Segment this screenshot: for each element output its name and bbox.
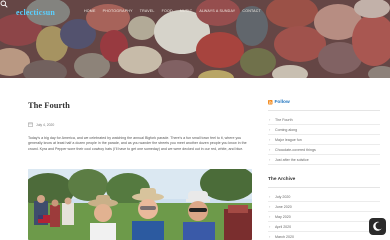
follow-item[interactable]: › Just after the solstice xyxy=(268,155,380,165)
menu-item-always-a-sunday[interactable]: Always a Sunday xyxy=(199,9,235,13)
chevron-right-icon: › xyxy=(269,204,271,209)
archive-divider xyxy=(268,187,380,188)
follow-list: › The Fourth › Coming along › Major league … xyxy=(268,115,380,165)
menu-item-music[interactable]: Music xyxy=(180,9,193,13)
menu-item-contact[interactable]: Contact xyxy=(242,9,261,13)
archive-item[interactable]: › July 2020 xyxy=(268,192,380,202)
post-title[interactable]: The Fourth xyxy=(28,100,70,110)
chevron-right-icon: › xyxy=(269,127,271,132)
archive-item[interactable]: › April 2020 xyxy=(268,222,380,232)
chevron-right-icon: › xyxy=(269,137,271,142)
chevron-right-icon: › xyxy=(269,234,271,239)
search-icon[interactable] xyxy=(0,0,8,8)
follow-item[interactable]: › Major league fun xyxy=(268,135,380,145)
archive-item[interactable]: › March 2020 xyxy=(268,232,380,240)
post-date[interactable]: July 4, 2020 xyxy=(36,123,54,127)
hero-banner: eclecticsun Home Photography Travel Food… xyxy=(0,0,390,78)
main-content: The Fourth July 4, 2020 Today's a big da… xyxy=(0,78,390,240)
menu-item-photography[interactable]: Photography xyxy=(103,9,133,13)
rss-icon xyxy=(268,100,273,105)
group-selfie-photo[interactable] xyxy=(28,169,252,240)
follow-widget-title[interactable]: Follow xyxy=(268,100,290,105)
post-body: Today's a big day for America, and we ce… xyxy=(28,136,247,151)
archive-widget-title: The Archive xyxy=(268,177,295,182)
follow-item[interactable]: › The Fourth xyxy=(268,115,380,125)
site-logo[interactable]: eclecticsun xyxy=(16,8,55,17)
chevron-right-icon: › xyxy=(269,194,271,199)
archive-title-text: The Archive xyxy=(268,177,296,182)
menu-item-travel[interactable]: Travel xyxy=(140,9,155,13)
follow-title-text: Follow xyxy=(274,100,290,105)
main-menu: Home Photography Travel Food Music Alway… xyxy=(84,9,261,13)
archive-list: › July 2020 › June 2020 › May 2020 › April 2… xyxy=(268,192,380,240)
chevron-right-icon: › xyxy=(269,214,271,219)
menu-item-food[interactable]: Food xyxy=(162,9,173,13)
archive-item[interactable]: › May 2020 xyxy=(268,212,380,222)
post-meta: July 4, 2020 xyxy=(28,122,54,127)
follow-divider xyxy=(268,110,380,111)
chevron-right-icon: › xyxy=(269,117,271,122)
chevron-right-icon: › xyxy=(269,157,271,162)
archive-item[interactable]: › June 2020 xyxy=(268,202,380,212)
moon-icon xyxy=(373,221,382,231)
chevron-right-icon: › xyxy=(269,224,271,229)
follow-item[interactable]: › Chocolate-covered things xyxy=(268,145,380,155)
follow-item[interactable]: › Coming along xyxy=(268,125,380,135)
dark-mode-toggle[interactable] xyxy=(369,218,386,235)
chevron-right-icon: › xyxy=(269,147,271,152)
calendar-icon xyxy=(28,122,33,127)
top-navigation: eclecticsun Home Photography Travel Food… xyxy=(0,0,390,26)
menu-item-home[interactable]: Home xyxy=(84,9,96,13)
